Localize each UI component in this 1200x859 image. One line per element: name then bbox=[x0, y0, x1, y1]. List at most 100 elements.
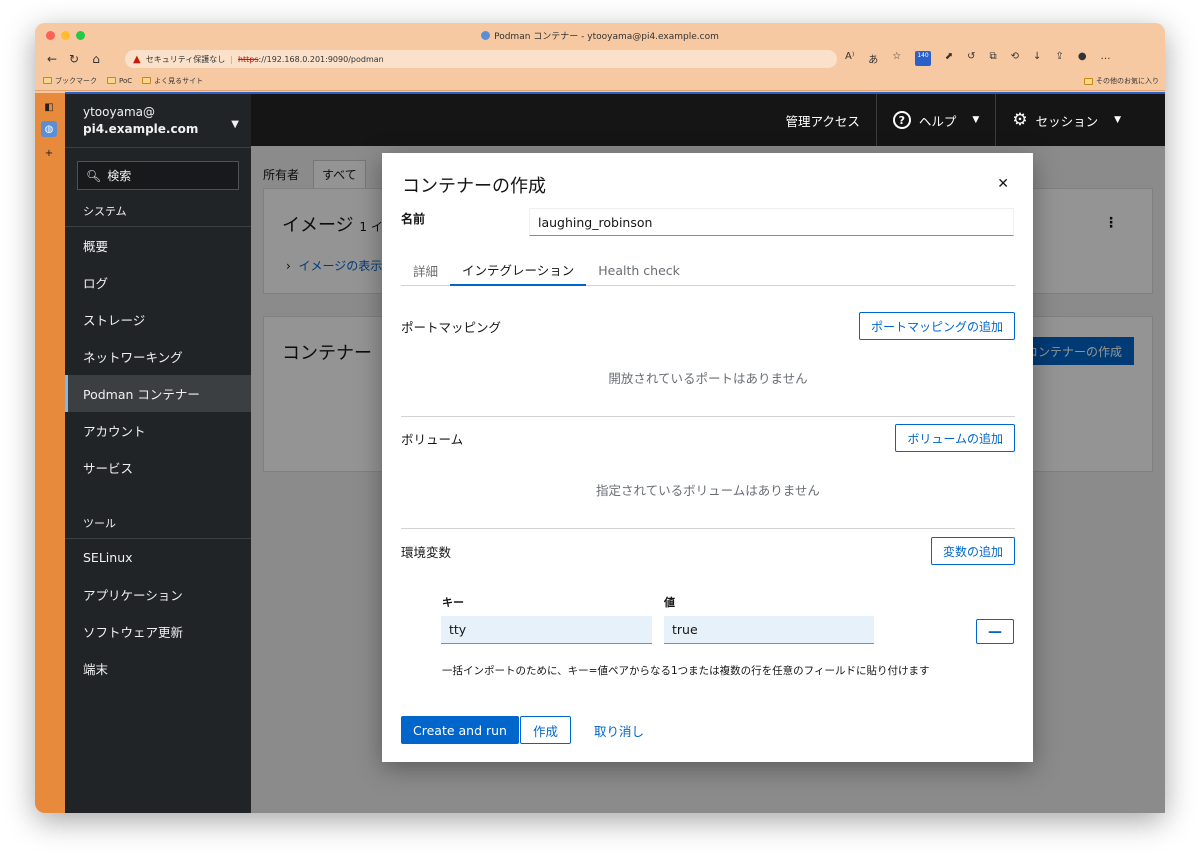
read-aloud-icon[interactable]: A⁾ bbox=[845, 51, 854, 66]
session-menu[interactable]: ⚙ セッション ▼ bbox=[995, 94, 1165, 146]
sidebar-item-software-updates[interactable]: ソフトウェア更新 bbox=[65, 613, 251, 650]
sidebar-item-terminal[interactable]: 端末 bbox=[65, 650, 251, 687]
refresh-extension-icon[interactable]: ↺ bbox=[967, 51, 975, 66]
home-icon[interactable]: ⌂ bbox=[85, 52, 107, 66]
section-title-tools: ツール bbox=[65, 508, 251, 539]
more-menu-icon[interactable]: … bbox=[1101, 51, 1111, 66]
add-port-mapping-button[interactable]: ポートマッピングの追加 bbox=[858, 312, 1015, 340]
dialog-tabs: 詳細 インテグレーション Health check bbox=[401, 255, 1015, 286]
volumes-section: ボリューム ボリュームの追加 指定されているボリュームはありません bbox=[401, 420, 1015, 499]
bookmark-folder[interactable]: PoC bbox=[107, 77, 132, 85]
caret-down-icon: ▼ bbox=[972, 115, 980, 125]
warning-icon[interactable]: ▲ bbox=[133, 54, 141, 65]
sidebar: ytooyama@ pi4.example.com ▼ 🔍︎ 検索 システム 概… bbox=[65, 94, 251, 813]
new-tab-icon[interactable]: + bbox=[41, 145, 57, 161]
create-button[interactable]: 作成 bbox=[520, 716, 572, 744]
host-switcher[interactable]: ytooyama@ pi4.example.com ▼ bbox=[65, 94, 251, 148]
window-title-text: Podman コンテナー - ytooyama@pi4.example.com bbox=[494, 31, 719, 42]
cancel-button[interactable]: 取り消し bbox=[594, 716, 644, 744]
dialog-title: コンテナーの作成 bbox=[402, 176, 546, 197]
title-bar: Podman コンテナー - ytooyama@pi4.example.com bbox=[35, 23, 1165, 47]
maximize-window-button[interactable] bbox=[76, 31, 85, 40]
caret-down-icon: ▼ bbox=[1114, 115, 1121, 125]
back-arrow-icon[interactable]: ← bbox=[41, 52, 63, 66]
tab-actions-icon[interactable]: ◧ bbox=[41, 99, 57, 115]
sidebar-item-networking[interactable]: ネットワーキング bbox=[65, 338, 251, 375]
tab-details[interactable]: 詳細 bbox=[401, 255, 450, 286]
name-field[interactable]: laughing_robinson bbox=[529, 208, 1014, 236]
collections-icon[interactable]: ⧉ bbox=[990, 51, 997, 66]
sidebar-item-applications[interactable]: アプリケーション bbox=[65, 576, 251, 613]
remove-variable-button[interactable]: — bbox=[976, 619, 1014, 644]
close-window-button[interactable] bbox=[46, 31, 55, 40]
folder-icon bbox=[142, 77, 152, 84]
create-container-dialog: コンテナーの作成 ✕ 名前 laughing_robinson 詳細 インテグレ… bbox=[382, 153, 1033, 762]
env-section: 環境変数 変数の追加 bbox=[401, 533, 1015, 569]
env-value-label: 値 bbox=[664, 596, 675, 609]
env-label: 環境変数 bbox=[401, 544, 452, 560]
url-text[interactable]: https://192.168.0.201:9090/podman bbox=[238, 55, 384, 64]
favorite-star-icon[interactable]: ☆ bbox=[892, 51, 901, 66]
env-key-input[interactable]: tty bbox=[441, 616, 652, 644]
create-and-run-button[interactable]: Create and run bbox=[401, 716, 519, 744]
close-icon[interactable]: ✕ bbox=[997, 176, 1009, 192]
profile-icon[interactable]: ● bbox=[1078, 51, 1087, 66]
search-placeholder: 検索 bbox=[107, 169, 132, 183]
name-label: 名前 bbox=[401, 212, 426, 226]
minimize-window-button[interactable] bbox=[61, 31, 70, 40]
share-icon[interactable]: ⇪ bbox=[1055, 51, 1063, 66]
admin-access-button[interactable]: 管理アクセス bbox=[769, 94, 875, 146]
help-menu[interactable]: ? ヘルプ ▼ bbox=[875, 94, 995, 146]
bookmarks-bar: ブックマーク PoC よく見るサイト その他のお気に入り bbox=[35, 71, 1165, 91]
env-key-label: キー bbox=[442, 596, 464, 609]
ports-empty-message: 開放されているポートはありません bbox=[608, 371, 808, 386]
volumes-label: ボリューム bbox=[401, 431, 464, 447]
divider bbox=[401, 416, 1015, 417]
folder-icon bbox=[43, 77, 52, 84]
toolbar-icons: A⁾ あ ☆ 140 ⬈ ↺ ⧉ ⟲ ↓ ⇪ ● … bbox=[845, 51, 1111, 66]
window-title: Podman コンテナー - ytooyama@pi4.example.com bbox=[481, 29, 719, 42]
sidebar-item-logs[interactable]: ログ bbox=[65, 264, 251, 301]
search-icon: 🔍︎ bbox=[86, 168, 102, 183]
host-user: ytooyama@ bbox=[83, 105, 155, 119]
reload-icon[interactable]: ↻ bbox=[63, 52, 85, 66]
podman-favicon-icon bbox=[481, 30, 491, 40]
other-bookmarks[interactable]: その他のお気に入り bbox=[1084, 76, 1159, 86]
sidebar-item-selinux[interactable]: SELinux bbox=[65, 539, 251, 576]
add-volume-button[interactable]: ボリュームの追加 bbox=[895, 424, 1015, 452]
sidebar-item-accounts[interactable]: アカウント bbox=[65, 412, 251, 449]
caret-down-icon: ▼ bbox=[231, 119, 239, 130]
bookmark-folder[interactable]: ブックマーク bbox=[43, 76, 97, 86]
search-input[interactable]: 🔍︎ 検索 bbox=[77, 161, 239, 190]
folder-icon bbox=[107, 77, 116, 84]
sidebar-item-storage[interactable]: ストレージ bbox=[65, 301, 251, 338]
translate-icon[interactable]: あ bbox=[868, 51, 878, 66]
url-rest: ://192.168.0.201:9090/podman bbox=[258, 54, 384, 64]
address-row: ← ↻ ⌂ ▲ セキュリティ保護なし | https://192.168.0.2… bbox=[35, 47, 1165, 71]
history-icon[interactable]: ⟲ bbox=[1011, 51, 1019, 66]
active-tab-podman-icon[interactable]: ◍ bbox=[41, 121, 57, 137]
sidebar-item-services[interactable]: サービス bbox=[65, 449, 251, 486]
sidebar-item-podman[interactable]: Podman コンテナー bbox=[65, 375, 251, 412]
env-hint: 一括インポートのために、キー=値ペアからなる1つまたは複数の行を任意のフィールド… bbox=[442, 665, 930, 677]
extension-badge-icon[interactable]: 140 bbox=[915, 51, 931, 66]
tab-health-check[interactable]: Health check bbox=[586, 255, 692, 286]
tab-integration[interactable]: インテグレーション bbox=[450, 255, 587, 286]
port-mapping-section: ポートマッピング ポートマッピングの追加 開放されているポートはありません bbox=[401, 308, 1015, 387]
help-icon: ? bbox=[892, 111, 911, 129]
url-scheme: https bbox=[237, 54, 259, 64]
sidebar-item-overview[interactable]: 概要 bbox=[65, 227, 251, 264]
volumes-empty-message: 指定されているボリュームはありません bbox=[596, 483, 820, 498]
download-icon[interactable]: ↓ bbox=[1033, 51, 1041, 66]
folder-icon bbox=[1084, 77, 1093, 85]
divider bbox=[401, 528, 1015, 529]
port-mapping-label: ポートマッピング bbox=[401, 319, 502, 335]
vertical-tab-strip: ◧ ◍ + bbox=[35, 93, 65, 813]
extension-icon[interactable]: ⬈ bbox=[945, 51, 953, 66]
address-bar[interactable]: ▲ セキュリティ保護なし | https://192.168.0.201:909… bbox=[125, 50, 837, 68]
env-value-input[interactable]: true bbox=[664, 616, 874, 644]
security-label[interactable]: セキュリティ保護なし bbox=[146, 54, 226, 65]
add-variable-button[interactable]: 変数の追加 bbox=[930, 537, 1015, 565]
section-title-system: システム bbox=[65, 196, 251, 227]
bookmark-folder[interactable]: よく見るサイト bbox=[142, 76, 203, 86]
